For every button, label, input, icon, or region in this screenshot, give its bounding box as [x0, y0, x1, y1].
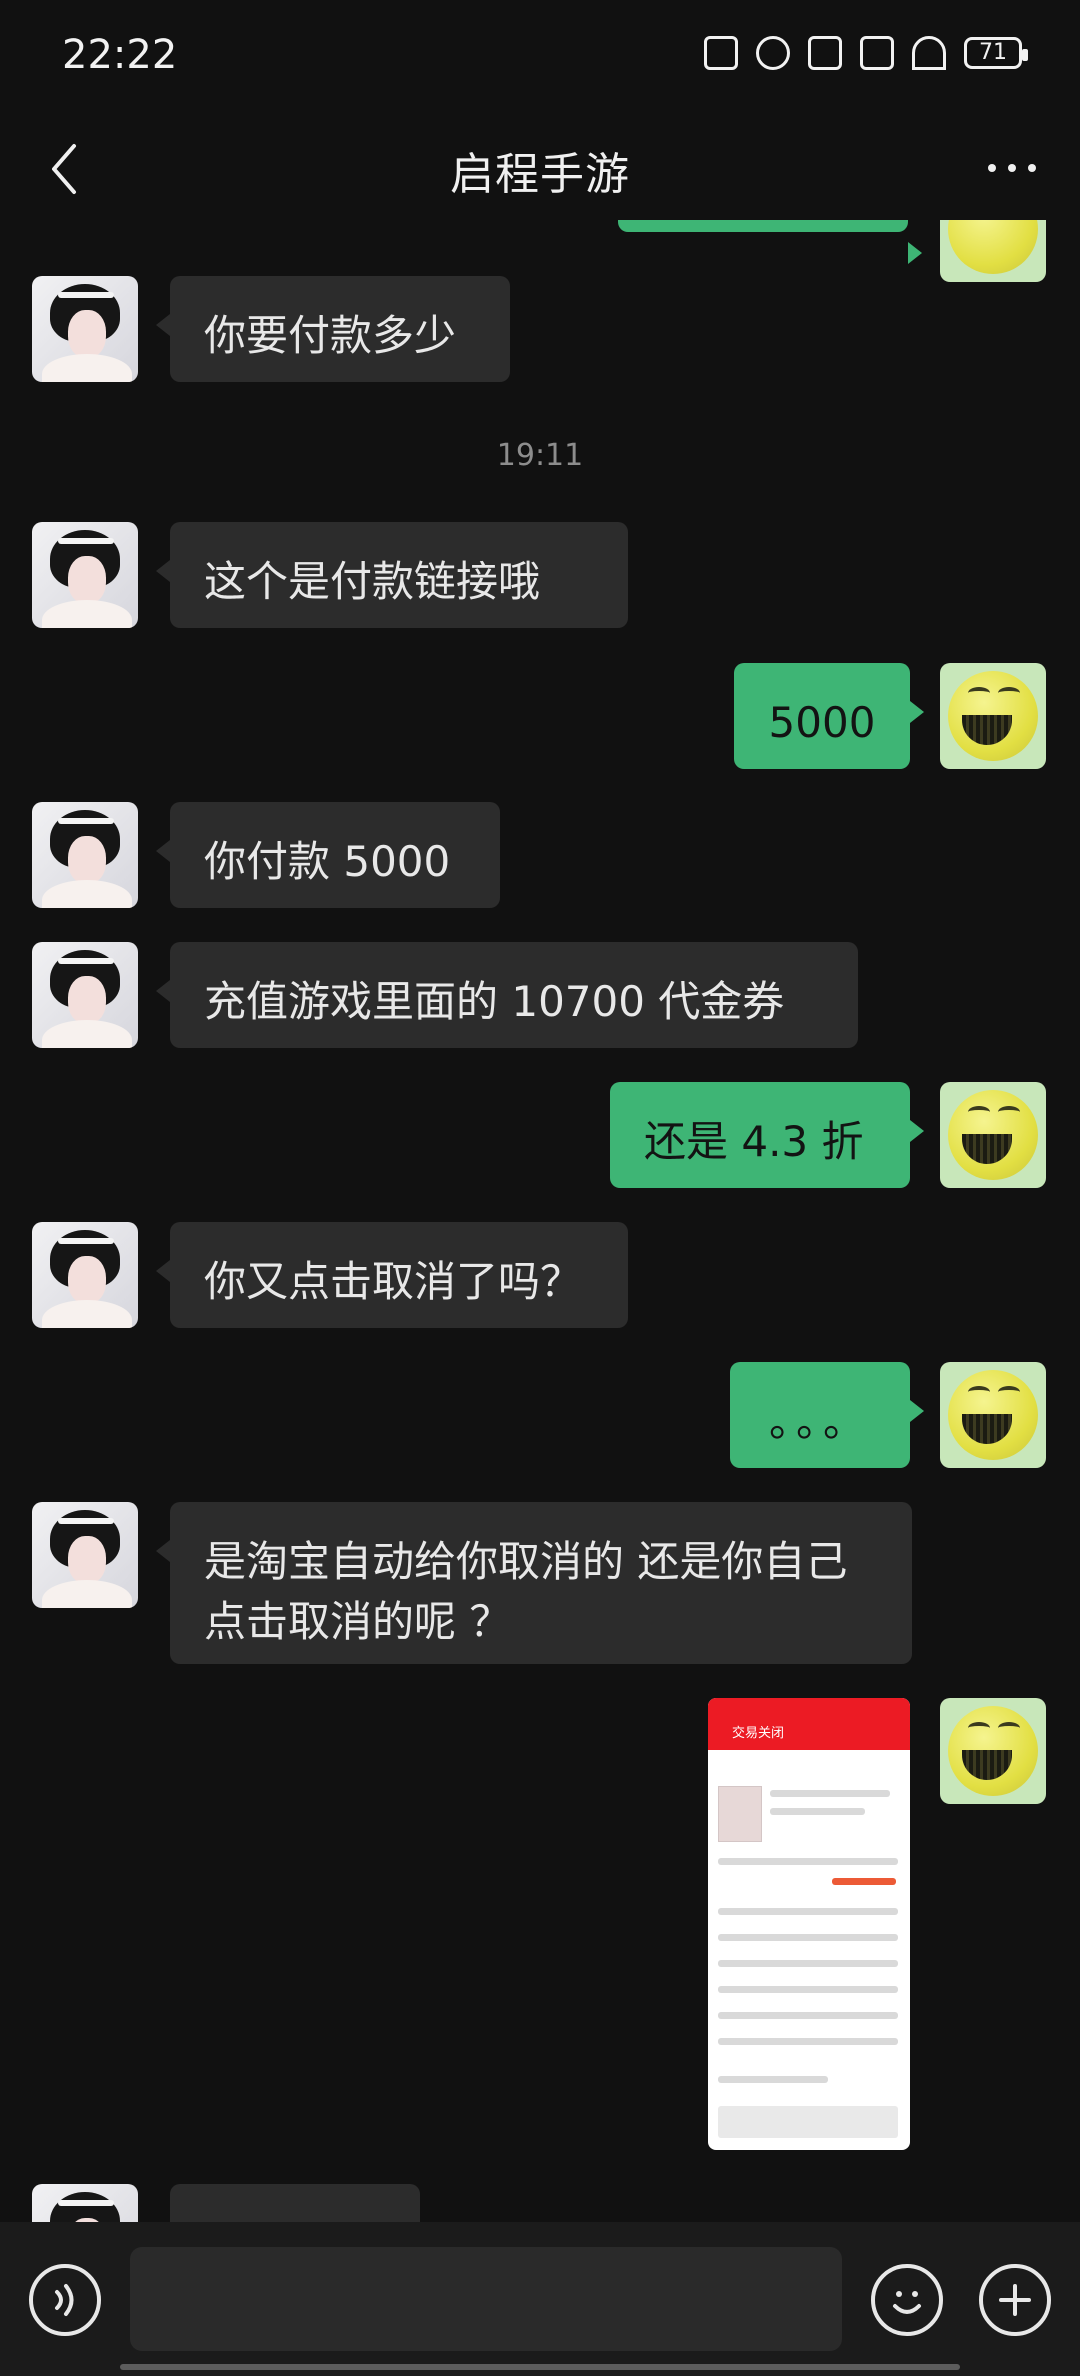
chat-list[interactable]: 你要付款多少 19:11 这个是付款链接哦 5000 你付款 5000 充值游戏… — [0, 220, 1080, 2222]
gesture-bar — [120, 2364, 960, 2370]
add-button[interactable] — [979, 2264, 1051, 2336]
message-bubble-incoming[interactable]: 你要付款多少 — [156, 276, 510, 382]
message-bubble-incoming[interactable]: 你又点击取消了吗？ — [156, 1222, 628, 1328]
shared-screenshot[interactable]: 交易关闭 — [708, 1698, 910, 2150]
status-icons: 71 — [704, 36, 1028, 70]
contact-avatar[interactable] — [32, 522, 138, 628]
self-avatar[interactable] — [940, 1082, 1046, 1188]
screenshot-title: 交易关闭 — [732, 1726, 785, 1741]
plus-icon — [999, 2284, 1031, 2316]
smile-icon — [893, 2291, 921, 2314]
chat-timestamp: 19:11 — [496, 438, 584, 473]
contact-avatar[interactable] — [32, 1222, 138, 1328]
message-bubble-outgoing[interactable]: 5000 — [734, 663, 924, 769]
status-time: 22:22 — [62, 32, 178, 78]
screenshot-thumbnail — [718, 1786, 762, 1842]
contact-avatar[interactable] — [32, 802, 138, 908]
more-dot-icon — [1028, 164, 1036, 172]
contact-avatar[interactable] — [32, 942, 138, 1048]
self-avatar[interactable] — [940, 1698, 1046, 1804]
message-bubble-outgoing[interactable]: 。。。 — [730, 1362, 924, 1468]
self-avatar[interactable] — [940, 220, 1046, 282]
message-bubble-outgoing[interactable] — [618, 220, 922, 264]
alarm-icon — [756, 36, 790, 70]
chat-header: 启程手游 — [0, 120, 1080, 220]
voice-icon — [55, 2284, 74, 2316]
self-avatar[interactable] — [940, 1362, 1046, 1468]
message-bubble-incoming[interactable]: 充值游戏里面的 10700 代金券 — [156, 942, 858, 1048]
message-bubble-outgoing[interactable]: 还是 4.3 折 — [610, 1082, 924, 1188]
message-bubble-incoming[interactable]: 那你稍等 — [170, 2184, 420, 2222]
status-bar: 22:22 71 — [0, 0, 1080, 120]
camera-icon — [704, 36, 738, 70]
more-dot-icon — [988, 164, 996, 172]
input-bar — [0, 2222, 1080, 2376]
hd-icon — [808, 36, 842, 70]
self-avatar[interactable] — [940, 663, 1046, 769]
signal-icon — [860, 36, 894, 70]
battery-icon: 71 — [964, 37, 1028, 69]
contact-avatar[interactable] — [32, 1502, 138, 1608]
more-dot-icon — [1008, 164, 1016, 172]
more-button[interactable] — [984, 142, 1044, 192]
chat-title: 启程手游 — [450, 149, 630, 200]
message-input[interactable] — [130, 2247, 842, 2351]
wifi-icon — [912, 36, 946, 70]
message-bubble-incoming[interactable]: 是淘宝自动给你取消的 还是你自己点击取消的呢 ？ — [156, 1502, 912, 1664]
contact-avatar[interactable] — [32, 2184, 138, 2222]
voice-button[interactable] — [29, 2264, 101, 2336]
contact-avatar[interactable] — [32, 276, 138, 382]
message-bubble-incoming[interactable]: 你付款 5000 — [156, 802, 500, 908]
message-bubble-incoming[interactable]: 这个是付款链接哦 — [156, 522, 628, 628]
emoji-button[interactable] — [871, 2264, 943, 2336]
